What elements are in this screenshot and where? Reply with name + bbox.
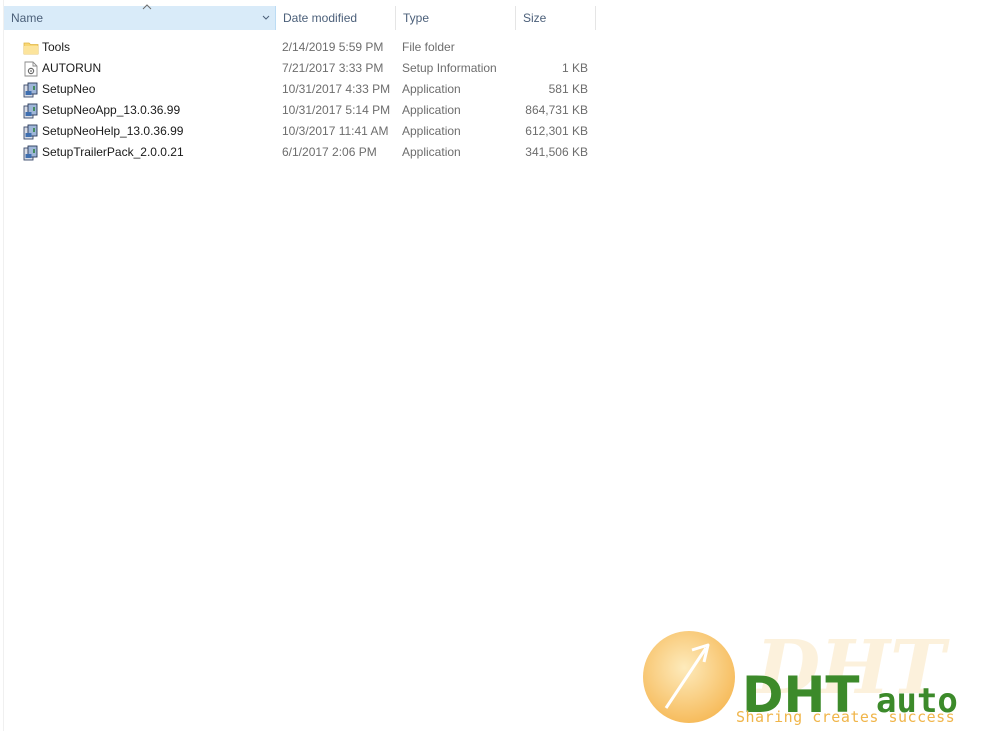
file-name: SetupNeo [42,82,96,96]
file-name: SetupNeoHelp_13.0.36.99 [42,124,184,138]
file-row-setupneohelp[interactable]: SetupNeoHelp_13.0.36.99 10/3/2017 11:41 … [4,121,596,142]
installer-icon [22,121,40,142]
installer-icon [22,79,40,100]
chevron-up-icon [140,0,154,10]
file-type: Application [402,124,461,138]
installer-icon [22,100,40,121]
chevron-down-icon[interactable] [258,9,274,27]
file-list: Tools 2/14/2019 5:59 PM File folder AUTO… [4,37,596,163]
file-size: 581 KB [548,82,588,96]
watermark-logo: DHT DHT auto Sharing creates success [636,625,990,731]
file-size [516,37,588,58]
column-header-name-label: Name [11,11,44,25]
file-date: 10/31/2017 4:33 PM [282,82,391,96]
file-size: 1 KB [561,61,588,75]
column-header-type[interactable]: Type [396,6,516,30]
column-header-date[interactable]: Date modified [276,6,396,30]
file-date: 6/1/2017 2:06 PM [282,145,377,159]
file-date: 7/21/2017 3:33 PM [282,61,384,75]
file-type: Application [402,103,461,117]
column-header-size-label: Size [523,11,547,25]
file-date: 10/31/2017 5:14 PM [282,103,391,117]
file-name: SetupNeoApp_13.0.36.99 [42,103,181,117]
column-header-row: Name Date modified Type Size [4,4,596,31]
file-size: 341,506 KB [525,145,588,159]
file-date: 2/14/2019 5:59 PM [282,40,384,54]
file-type: File folder [402,40,455,54]
file-row-setupneo[interactable]: SetupNeo 10/31/2017 4:33 PM Application … [4,79,596,100]
installer-icon [22,142,40,163]
file-row-setuptrailerpack[interactable]: SetupTrailerPack_2.0.0.21 6/1/2017 2:06 … [4,142,596,163]
watermark-tagline: Sharing creates success [736,708,956,726]
file-row-setupneoapp[interactable]: SetupNeoApp_13.0.36.99 10/31/2017 5:14 P… [4,100,596,121]
file-name: SetupTrailerPack_2.0.0.21 [42,145,184,159]
column-header-size[interactable]: Size [516,6,596,30]
column-header-date-label: Date modified [283,11,358,25]
file-size: 612,301 KB [525,124,588,138]
column-header-name[interactable]: Name [4,4,276,30]
file-size: 864,731 KB [525,103,588,117]
file-name: Tools [42,40,71,54]
file-type: Setup Information [402,61,497,75]
file-row-tools[interactable]: Tools 2/14/2019 5:59 PM File folder [4,37,596,58]
file-name: AUTORUN [42,61,102,75]
file-type: Application [402,82,461,96]
settings-file-icon [22,58,40,79]
file-type: Application [402,145,461,159]
file-date: 10/3/2017 11:41 AM [282,124,389,138]
column-header-type-label: Type [403,11,430,25]
folder-icon [22,37,40,58]
file-row-autorun[interactable]: AUTORUN 7/21/2017 3:33 PM Setup Informat… [4,58,596,79]
